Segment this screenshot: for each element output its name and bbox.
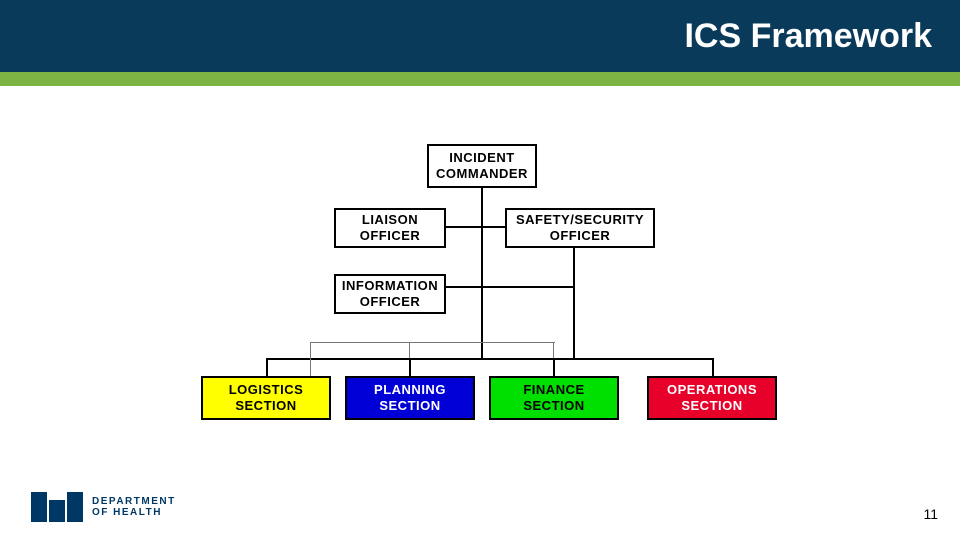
logo-text-line: OF HEALTH	[92, 507, 176, 518]
node-line: COMMANDER	[436, 166, 528, 182]
node-line: SECTION	[235, 398, 296, 414]
node-line: OFFICER	[360, 294, 421, 310]
node-line: OPERATIONS	[667, 382, 757, 398]
node-line: LIAISON	[362, 212, 418, 228]
footer-logo: DEPARTMENT OF HEALTH	[30, 492, 176, 522]
node-information-officer: INFORMATION OFFICER	[334, 274, 446, 314]
node-line: INCIDENT	[449, 150, 514, 166]
node-line: LOGISTICS	[229, 382, 304, 398]
node-line: OFFICER	[550, 228, 611, 244]
node-planning-section: PLANNING SECTION	[345, 376, 475, 420]
connector	[553, 358, 555, 376]
node-finance-section: FINANCE SECTION	[489, 376, 619, 420]
slide-header: ICS Framework	[0, 0, 960, 72]
connector	[310, 342, 555, 343]
node-line: SAFETY/SECURITY	[516, 212, 644, 228]
node-line: PLANNING	[374, 382, 446, 398]
node-line: INFORMATION	[342, 278, 438, 294]
node-line: SECTION	[379, 398, 440, 414]
node-operations-section: OPERATIONS SECTION	[647, 376, 777, 420]
page-number: 11	[923, 506, 938, 522]
connector	[553, 342, 554, 358]
connector	[266, 358, 482, 360]
connector	[712, 358, 714, 376]
node-line: FINANCE	[523, 382, 584, 398]
connector	[266, 358, 268, 376]
logo-text: DEPARTMENT OF HEALTH	[92, 496, 176, 518]
slide-title: ICS Framework	[684, 17, 932, 56]
diagram-area: INCIDENT COMMANDER LIAISON OFFICER SAFET…	[0, 86, 960, 486]
node-safety-officer: SAFETY/SECURITY OFFICER	[505, 208, 655, 248]
node-line: OFFICER	[360, 228, 421, 244]
connector	[481, 188, 483, 358]
node-line: SECTION	[523, 398, 584, 414]
connector	[409, 358, 411, 376]
accent-bar	[0, 72, 960, 86]
mn-logo-icon	[30, 492, 84, 522]
connector	[482, 358, 714, 360]
node-liaison-officer: LIAISON OFFICER	[334, 208, 446, 248]
connector	[310, 342, 311, 376]
node-line: SECTION	[681, 398, 742, 414]
connector	[409, 342, 410, 358]
logo-text-line: DEPARTMENT	[92, 496, 176, 507]
node-logistics-section: LOGISTICS SECTION	[201, 376, 331, 420]
node-incident-commander: INCIDENT COMMANDER	[427, 144, 537, 188]
connector	[573, 248, 575, 358]
